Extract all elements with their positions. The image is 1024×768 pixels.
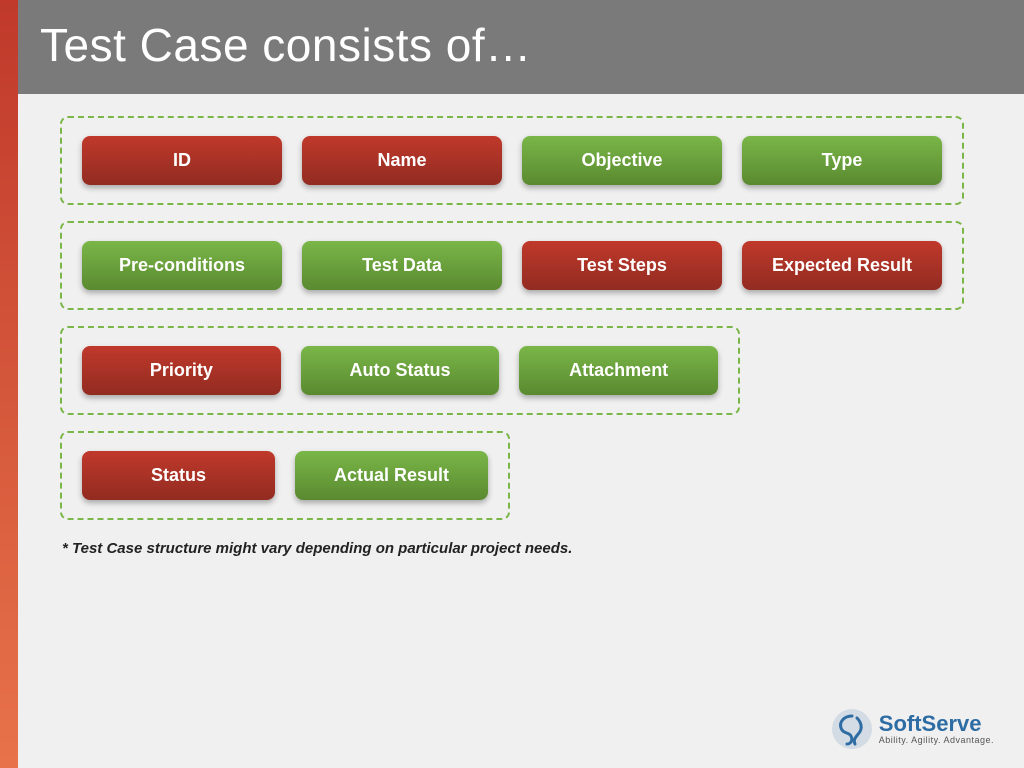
logo-name: SoftServe (879, 713, 994, 735)
pill-type: Type (742, 136, 942, 185)
pill-priority: Priority (82, 346, 281, 395)
page-title: Test Case consists of… (40, 18, 984, 72)
footnote-text: * Test Case structure might vary dependi… (60, 540, 964, 557)
pill-auto-status: Auto Status (301, 346, 500, 395)
group-row-3: Priority Auto Status Attachment (60, 326, 740, 415)
softserve-logo-icon (831, 708, 873, 750)
logo-tagline: Ability. Agility. Advantage. (879, 735, 994, 745)
logo: SoftServe Ability. Agility. Advantage. (831, 708, 994, 750)
pill-objective: Objective (522, 136, 722, 185)
group-row-4: Status Actual Result (60, 431, 510, 520)
logo-text: SoftServe Ability. Agility. Advantage. (879, 713, 994, 745)
content-area: ID Name Objective Type Pre-conditions Te… (0, 94, 1024, 768)
pill-pre-conditions: Pre-conditions (82, 241, 282, 290)
pill-expected-result: Expected Result (742, 241, 942, 290)
group-row-1: ID Name Objective Type (60, 116, 964, 205)
pill-test-data: Test Data (302, 241, 502, 290)
pill-name: Name (302, 136, 502, 185)
pill-status: Status (82, 451, 275, 500)
group-row-2: Pre-conditions Test Data Test Steps Expe… (60, 221, 964, 310)
pill-actual-result: Actual Result (295, 451, 488, 500)
pill-test-steps: Test Steps (522, 241, 722, 290)
pill-id: ID (82, 136, 282, 185)
pill-attachment: Attachment (519, 346, 718, 395)
